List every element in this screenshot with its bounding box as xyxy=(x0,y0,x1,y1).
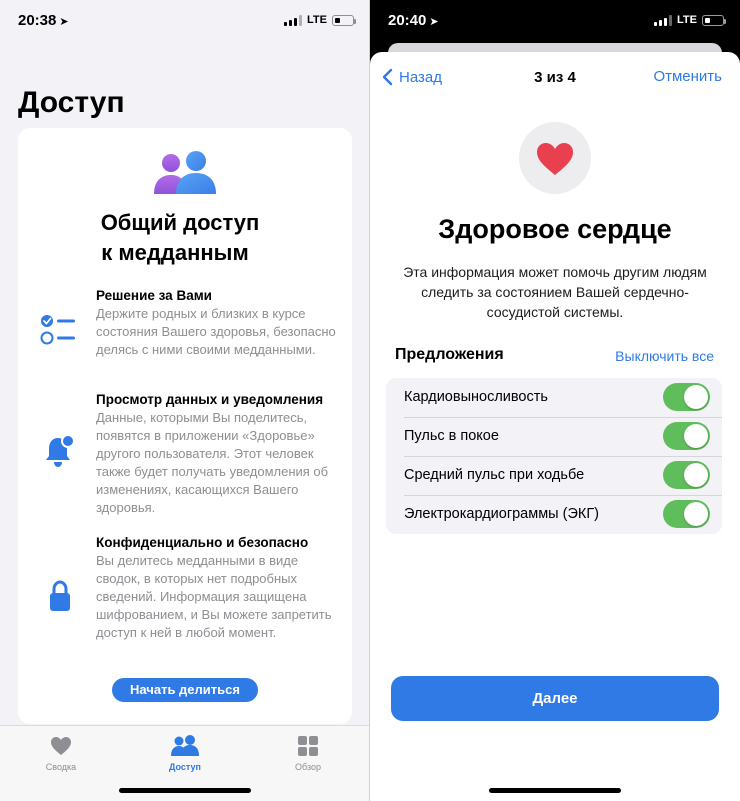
status-bar: 20:40 ➤ LTE xyxy=(370,0,740,44)
item-label: Кардиовыносливость xyxy=(404,389,548,405)
suggestions-list: Кардиовыносливость Пульс в покое Средний… xyxy=(386,378,722,534)
status-time: 20:40 xyxy=(388,12,427,29)
list-item: Пульс в покое xyxy=(386,417,722,456)
feature-text: Вы делитесь медданными в виде сводок, в … xyxy=(96,553,332,640)
tab-label: Сводка xyxy=(45,762,77,772)
network-type: LTE xyxy=(677,14,697,26)
feature-title: Просмотр данных и уведомления xyxy=(96,392,324,407)
feature-text: Данные, которыми Вы поделитесь, появятся… xyxy=(96,410,329,515)
cancel-button[interactable]: Отменить xyxy=(653,68,722,85)
list-item: Электрокардиограммы (ЭКГ) xyxy=(386,495,722,534)
status-bar: 20:38 ➤ LTE xyxy=(0,0,370,44)
status-time: 20:38 xyxy=(18,12,57,29)
location-arrow-icon: ➤ xyxy=(59,16,69,28)
page-title: Доступ xyxy=(18,86,125,119)
checklist-icon xyxy=(40,315,75,345)
item-label: Пульс в покое xyxy=(404,428,499,444)
card-title: Общий доступ к медданным xyxy=(100,210,260,265)
item-label: Средний пульс при ходьбе xyxy=(404,467,585,483)
heart-icon xyxy=(51,737,71,755)
heart-icon xyxy=(537,143,573,175)
screen-description: Эта информация может помочь другим людям… xyxy=(403,264,707,320)
battery-icon xyxy=(332,14,356,26)
feature-notifications: Просмотр данных и уведомления Данные, ко… xyxy=(96,392,336,517)
tab-label: Доступ xyxy=(169,762,201,772)
feature-text: Держите родных и близких в курсе состоян… xyxy=(96,306,336,357)
list-item: Кардиовыносливость xyxy=(386,378,722,417)
feature-control: Решение за Вами Держите родных и близких… xyxy=(96,288,336,359)
battery-icon xyxy=(702,14,726,26)
toggle-switch[interactable] xyxy=(663,500,710,528)
suggestions-heading: Предложения xyxy=(395,346,504,363)
item-label: Электрокардиограммы (ЭКГ) xyxy=(404,506,600,522)
list-item: Средний пульс при ходьбе xyxy=(386,456,722,495)
tab-sharing[interactable]: Доступ xyxy=(145,734,225,772)
network-type: LTE xyxy=(307,14,327,26)
tab-label: Обзор xyxy=(295,762,321,772)
lock-icon xyxy=(50,580,70,611)
signal-icon xyxy=(654,14,673,26)
disable-all-button[interactable]: Выключить все xyxy=(615,348,714,364)
toggle-switch[interactable] xyxy=(663,461,710,489)
location-arrow-icon: ➤ xyxy=(429,16,439,28)
heart-badge xyxy=(519,122,591,194)
grid-icon xyxy=(298,736,318,756)
people-icon xyxy=(154,151,216,194)
feature-privacy: Конфиденциально и безопасно Вы делитесь … xyxy=(96,535,336,642)
toggle-switch[interactable] xyxy=(663,422,710,450)
toggle-switch[interactable] xyxy=(663,383,710,411)
tab-summary[interactable]: Сводка xyxy=(21,734,101,772)
sharing-card: Общий доступ к медданным Решение за Вами… xyxy=(18,128,352,724)
people-icon xyxy=(171,735,199,756)
bell-badge-icon xyxy=(46,434,75,467)
modal-sheet: Назад 3 из 4 Отменить Здоровое сердце Эт… xyxy=(370,52,740,801)
home-indicator[interactable] xyxy=(119,788,251,793)
start-sharing-button[interactable]: Начать делиться xyxy=(112,678,258,702)
tab-bar: Сводка Доступ Обзор xyxy=(0,725,370,801)
tab-browse[interactable]: Обзор xyxy=(268,734,348,772)
next-button[interactable]: Далее xyxy=(391,676,719,721)
feature-title: Конфиденциально и безопасно xyxy=(96,535,309,550)
feature-title: Решение за Вами xyxy=(96,288,212,303)
screen-title: Здоровое сердце xyxy=(438,214,672,244)
signal-icon xyxy=(284,14,303,26)
sharing-screen: 20:38 ➤ LTE Доступ Общий доступ к медданн… xyxy=(0,0,370,801)
home-indicator[interactable] xyxy=(489,788,621,793)
heart-health-screen: 20:40 ➤ LTE Назад 3 из 4 Отменить Здорово… xyxy=(370,0,740,801)
